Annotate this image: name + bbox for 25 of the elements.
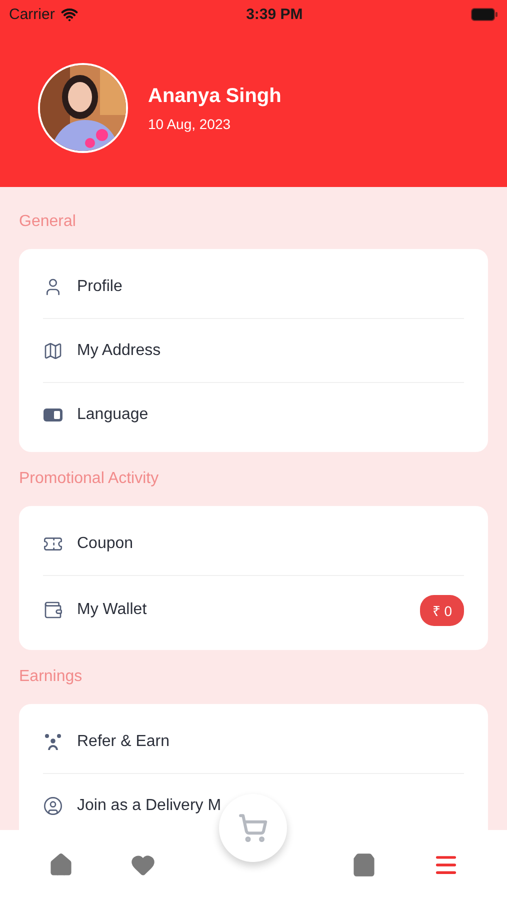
language-icon (43, 408, 63, 422)
menu-item[interactable]: Profile (77, 278, 464, 296)
section-title: Earnings (19, 668, 84, 686)
wifi-icon (60, 6, 78, 22)
wallet-icon (43, 600, 63, 620)
user-circle-icon (43, 796, 63, 816)
cart-icon (238, 813, 268, 843)
user-name: Ananya Singh (148, 84, 282, 108)
map-icon (43, 340, 63, 360)
bag-icon (350, 852, 377, 878)
menu-item[interactable]: Coupon (77, 534, 464, 552)
battery-icon (470, 8, 498, 20)
menu-item[interactable]: Language (77, 406, 464, 424)
clock-time: 3:39 PM (246, 6, 303, 22)
menu-item[interactable]: My Wallet (77, 601, 406, 619)
section-title: Promotional Activity (19, 470, 160, 488)
wallet-balance: ₹ 0 (420, 594, 464, 626)
join-date: 10 Aug, 2023 (148, 116, 232, 132)
menu-item[interactable]: Refer & Earn (77, 732, 464, 750)
menu-item[interactable]: My Address (77, 342, 464, 360)
menu-item[interactable]: Join as a Delivery M (77, 796, 464, 814)
section-title: General (19, 213, 77, 231)
people-icon (43, 732, 63, 750)
carrier-label: Carrier (9, 6, 55, 22)
home-icon (48, 852, 74, 878)
